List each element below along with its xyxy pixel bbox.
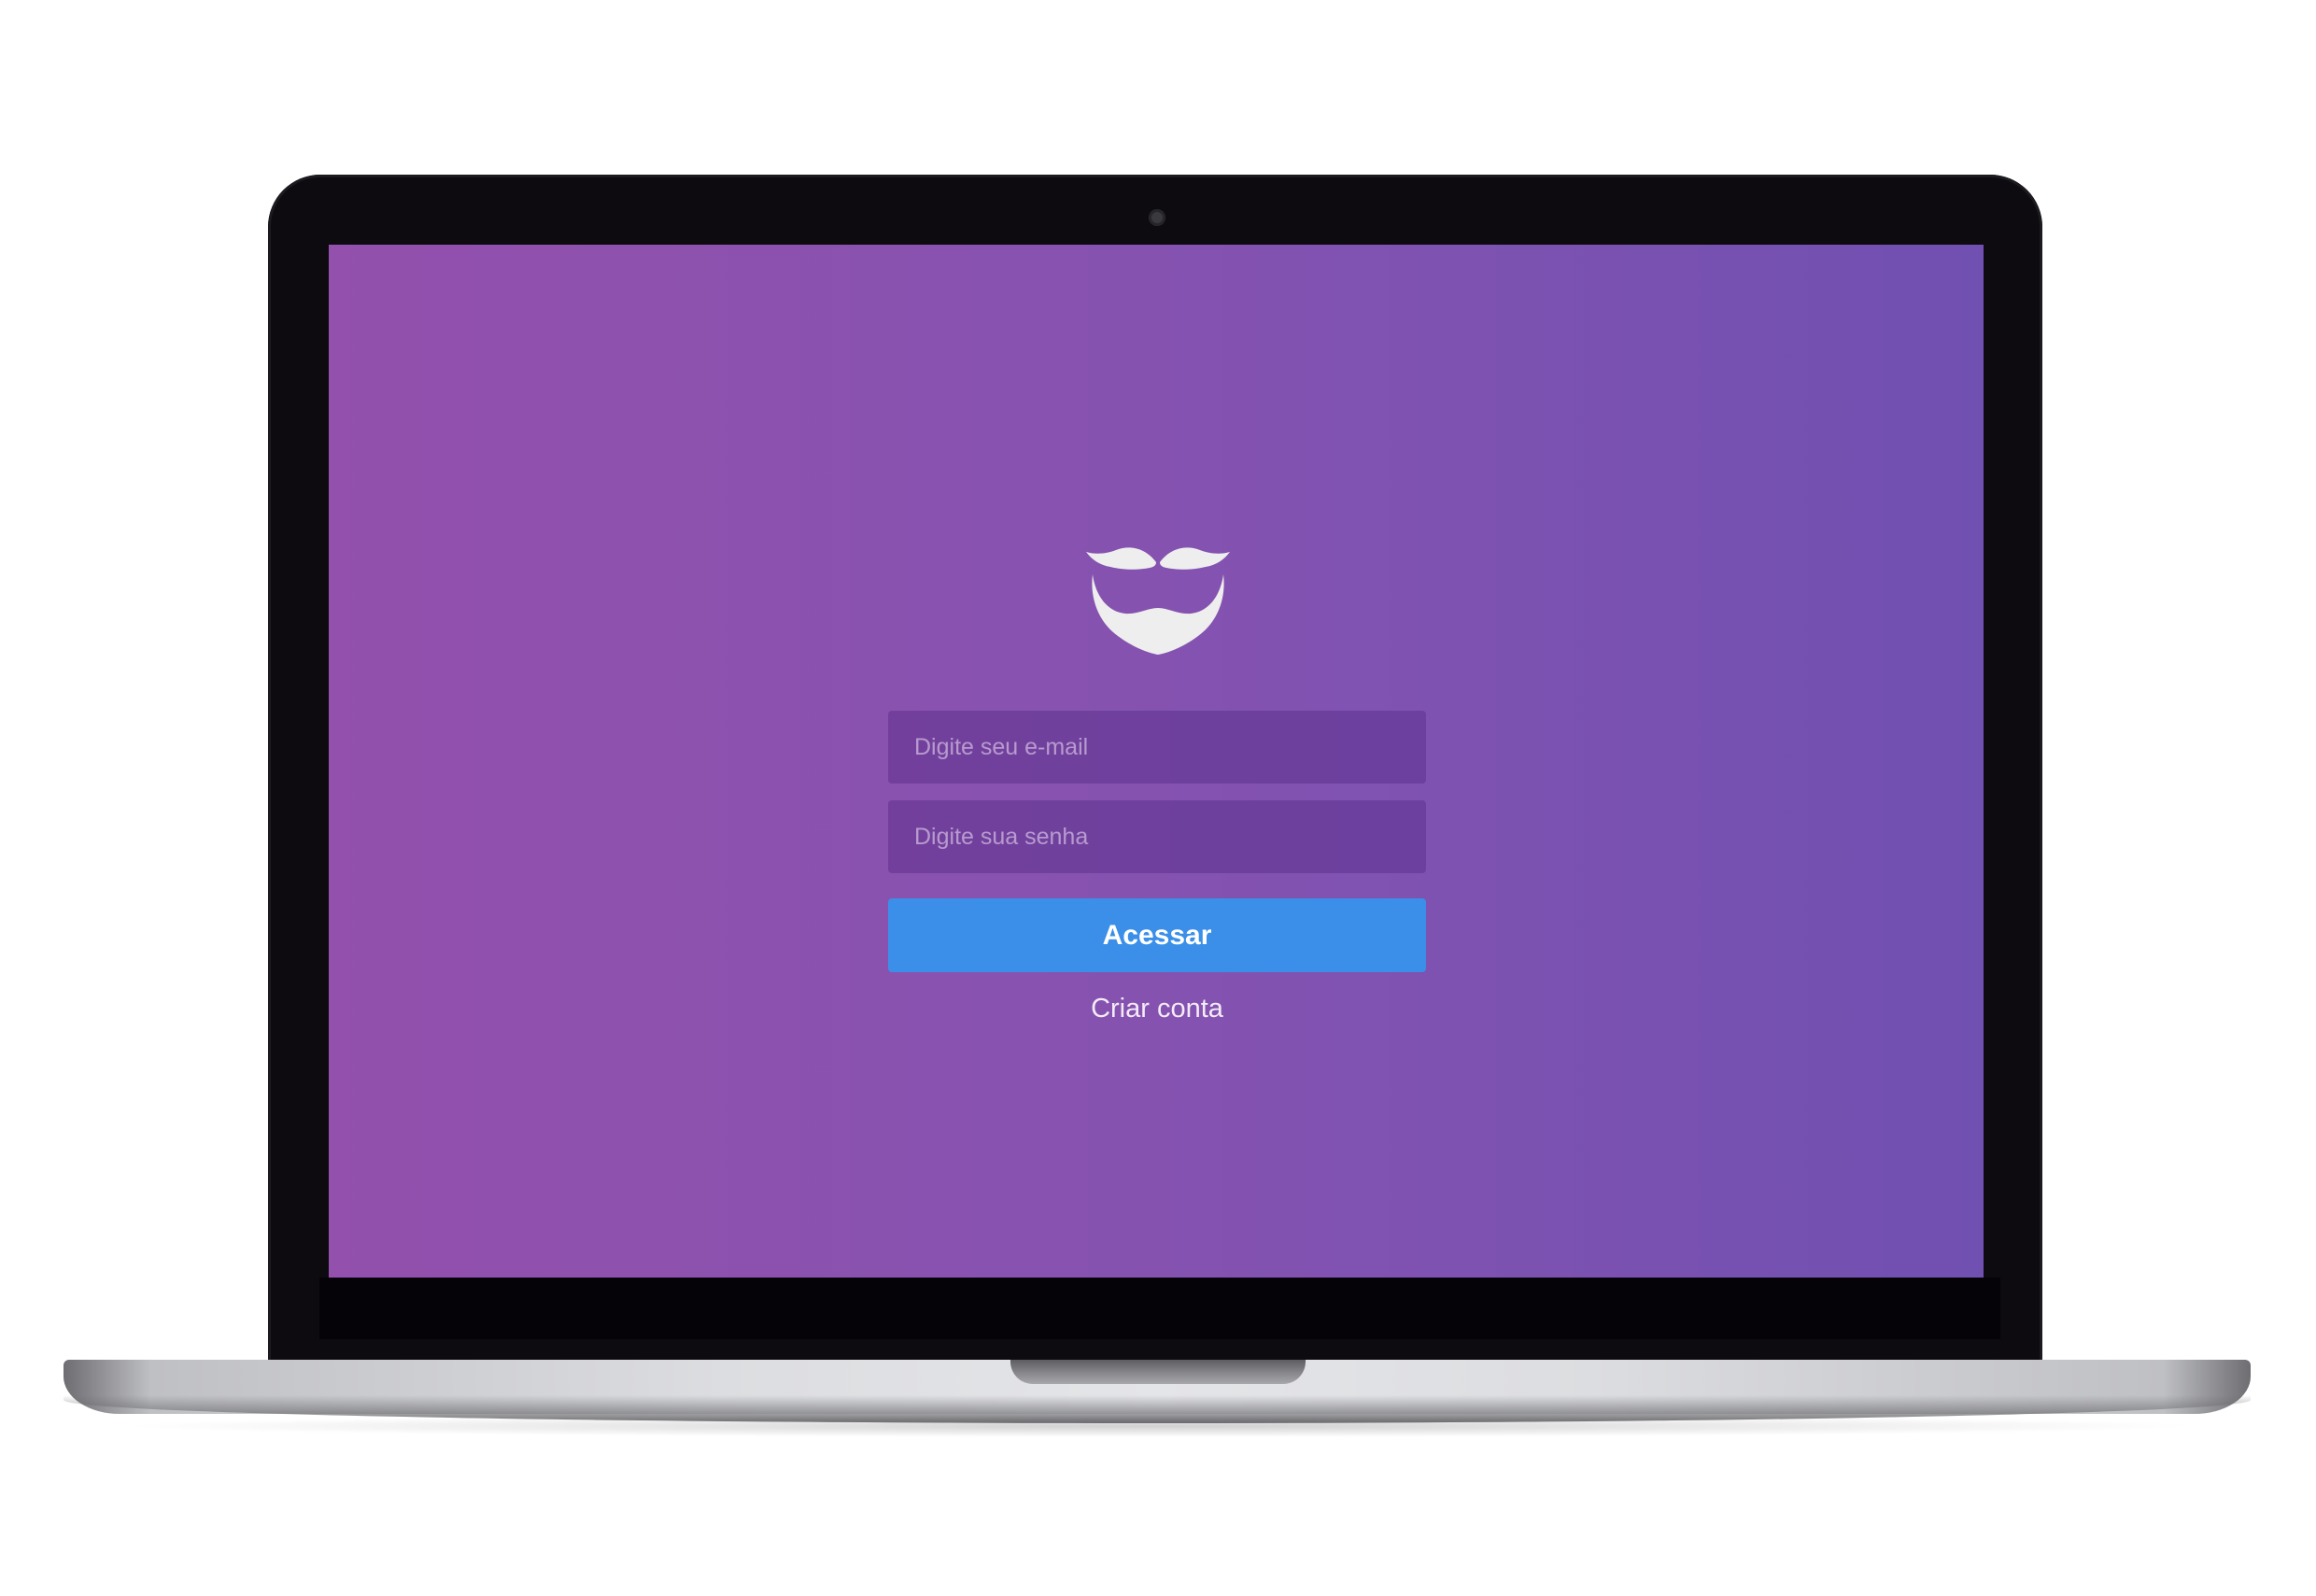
mustache-beard-icon [1086, 547, 1230, 655]
password-field[interactable] [888, 800, 1426, 873]
webcam [1149, 209, 1165, 226]
create-account-link[interactable]: Criar conta [888, 994, 1426, 1024]
laptop-chin [319, 1278, 2000, 1339]
login-button[interactable]: Acessar [888, 898, 1426, 972]
laptop-mockup: Acessar Criar conta [0, 0, 2316, 1596]
email-field[interactable] [888, 711, 1426, 784]
login-screen: Acessar Criar conta [329, 245, 1984, 1278]
laptop-hinge-notch [1010, 1360, 1306, 1384]
